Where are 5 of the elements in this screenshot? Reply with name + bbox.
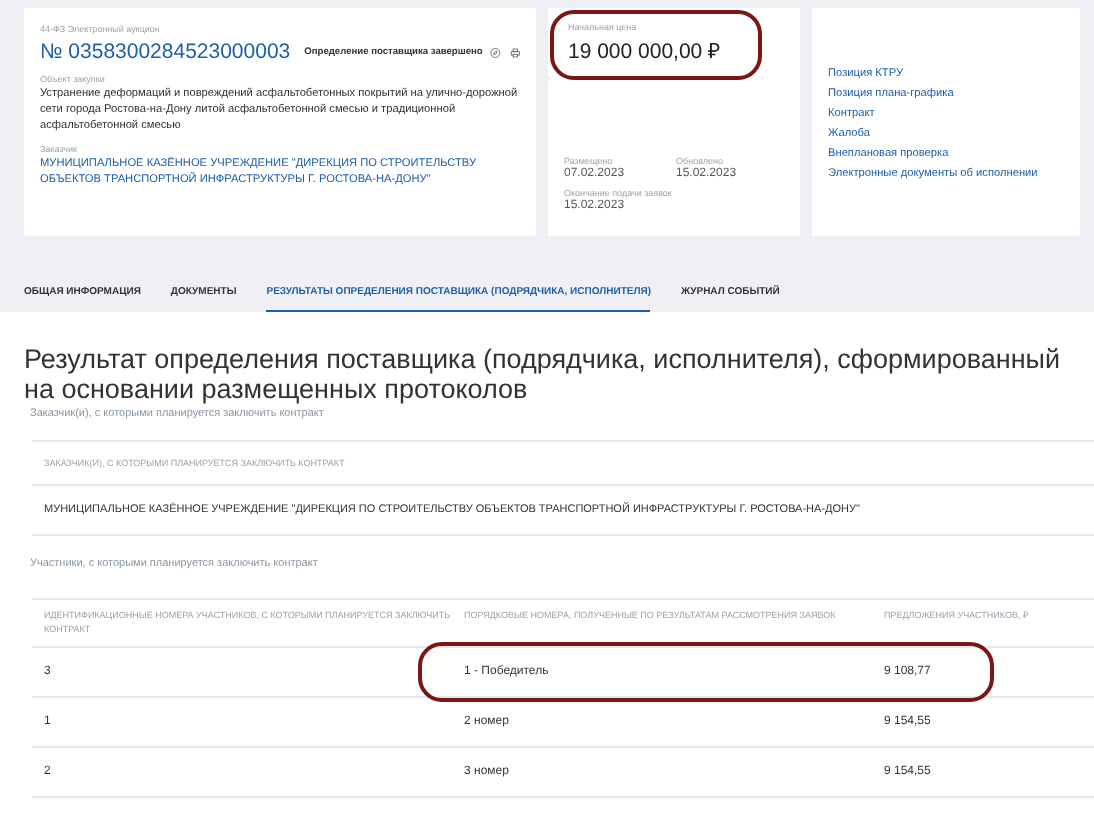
print-icon[interactable] [509,43,520,61]
section-title: Результат определения поставщика (подрядчика, исполнителя), сформированный на основании размещенных протоколов [24,344,1063,404]
purchase-number[interactable]: № 0358300284523000003 [40,40,291,64]
compass-icon[interactable] [490,43,502,61]
price-value: 19 000 000,00 ₽ [568,38,723,64]
